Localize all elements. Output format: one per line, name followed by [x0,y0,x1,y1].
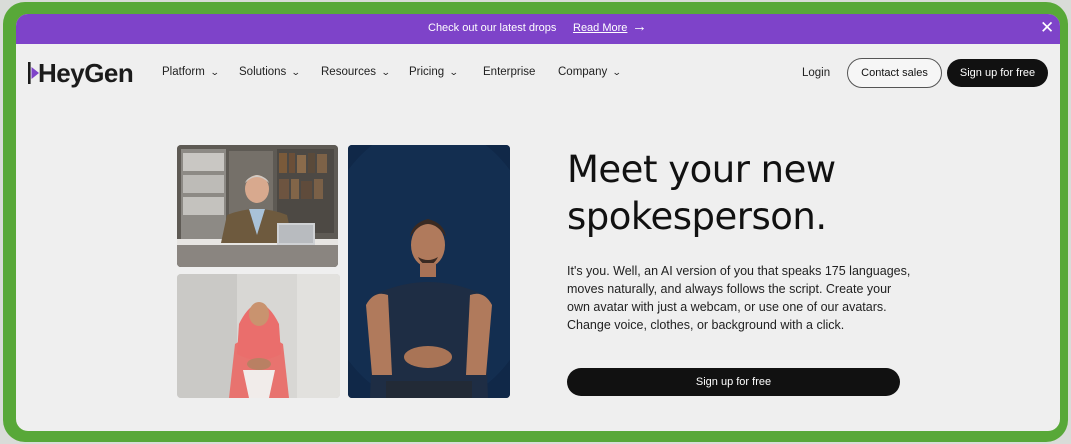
hero-description: It's you. Well, an AI version of you tha… [567,264,911,332]
nav-enterprise[interactable]: Enterprise [483,66,535,78]
avatar-office-image [177,145,338,267]
nav-label: Company [558,66,608,78]
avatar-woman-image [177,274,340,398]
login-link[interactable]: Login [802,67,830,79]
nav-label: Resources [321,66,376,78]
logo-wordmark: HeyGen [38,58,134,88]
avatar-man-image [348,145,510,398]
read-more-link[interactable]: Read More [573,22,627,34]
nav-label: Solutions [239,66,287,78]
close-icon[interactable]: ✕ [1040,19,1054,37]
nav-company[interactable]: Company ⌄ [558,66,622,78]
chevron-down-icon: ⌄ [449,67,459,77]
promo-banner: Check out our latest drops Read More → ✕ [16,14,1060,44]
heygen-logo[interactable]: HeyGen [28,58,134,88]
banner-text: Check out our latest drops [428,22,557,34]
chevron-down-icon: ⌄ [291,67,301,77]
chevron-down-icon: ⌄ [380,67,391,77]
hero-signup-button[interactable]: Sign up for free [567,368,900,396]
nav-pricing[interactable]: Pricing ⌄ [409,66,459,78]
chevron-down-icon: ⌄ [612,67,622,77]
nav-platform[interactable]: Platform ⌄ [162,66,220,78]
nav-solutions[interactable]: Solutions ⌄ [239,66,301,78]
arrow-right-icon[interactable]: → [632,19,647,35]
browser-viewport: Check out our latest drops Read More → ✕… [16,14,1060,431]
nav-label: Enterprise [483,66,536,78]
device-frame: Check out our latest drops Read More → ✕… [3,2,1068,442]
nav-label: Platform [162,66,205,78]
signup-button[interactable]: Sign up for free [947,59,1048,87]
contact-sales-button[interactable]: Contact sales [847,58,942,88]
nav-resources[interactable]: Resources ⌄ [321,66,391,78]
nav-label: Pricing [409,66,445,78]
headline-line-2: spokesperson. [567,195,827,238]
headline-line-1: Meet your new [567,148,836,191]
chevron-down-icon: ⌄ [209,67,220,77]
hero-headline: Meet your new spokesperson. [567,146,987,240]
